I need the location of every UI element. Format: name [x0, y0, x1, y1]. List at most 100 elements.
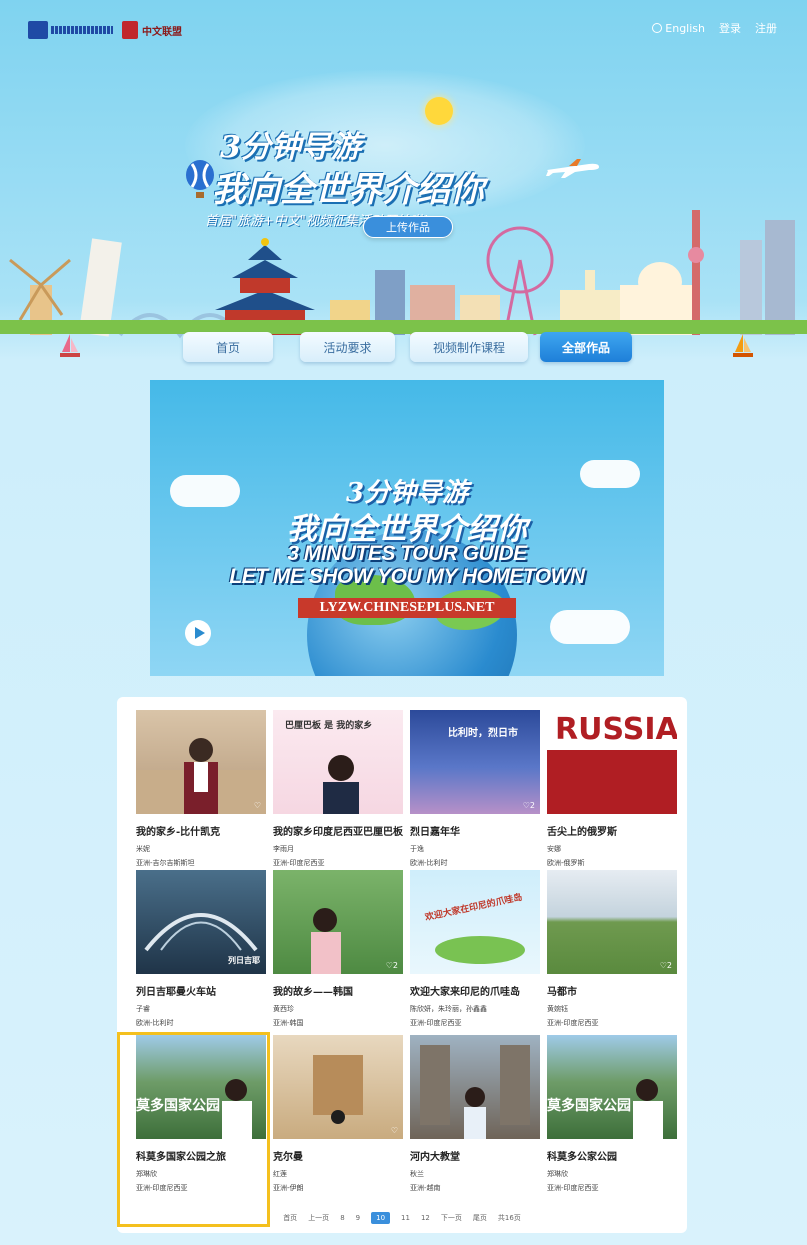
language-switch[interactable]: English	[652, 22, 705, 35]
work-card[interactable]: 欢迎大家在印尼的爪哇岛 欢迎大家来印尼的爪哇岛 陈欣妍，朱玲丽，孙鑫鑫 亚洲-印…	[410, 870, 540, 1030]
work-card[interactable]: ♡2 我的故乡——韩国 黄西珍 亚洲-韩国	[273, 870, 403, 1030]
work-title[interactable]: 河内大教堂	[410, 1148, 540, 1163]
chineseplus-logo[interactable]: 中文联盟	[122, 20, 200, 40]
pager-page[interactable]: 9	[356, 1214, 360, 1222]
pager-prev[interactable]: 上一页	[308, 1213, 329, 1223]
thumbnail-caption: 列日吉耶	[228, 956, 260, 965]
work-thumbnail[interactable]: ♡2	[547, 870, 677, 974]
account-links: English 登录 注册	[652, 20, 777, 36]
work-author: 安娜	[547, 845, 561, 853]
like-icon[interactable]: ♡2	[660, 961, 672, 970]
pager-page[interactable]: 12	[421, 1214, 430, 1222]
airplane-icon	[546, 159, 599, 178]
pager-next[interactable]: 下一页	[441, 1213, 462, 1223]
work-thumbnail[interactable]: 欢迎大家在印尼的爪哇岛	[410, 870, 540, 974]
work-thumbnail[interactable]: ♡	[273, 1035, 403, 1139]
work-region: 亚洲-越南	[410, 1184, 441, 1192]
like-icon[interactable]: ♡	[391, 1126, 398, 1135]
pager-page[interactable]: 8	[340, 1214, 344, 1222]
pager-first[interactable]: 首页	[283, 1213, 297, 1223]
hero-title-line1: 3分钟导游	[220, 130, 361, 165]
work-thumbnail[interactable]: 列日吉耶	[136, 870, 266, 974]
play-button[interactable]	[185, 620, 211, 646]
cathedral-illustration	[420, 1045, 530, 1139]
cloud-decoration	[550, 610, 630, 644]
work-title[interactable]: 列日吉耶曼火车站	[136, 983, 266, 998]
sun-icon	[425, 97, 453, 125]
pager-page[interactable]: 11	[401, 1214, 410, 1222]
work-region: 亚洲-印度尼西亚	[547, 1019, 599, 1027]
work-region: 亚洲-印度尼西亚	[136, 1184, 188, 1192]
presenter-figure	[311, 908, 341, 974]
work-thumbnail[interactable]: RUSSIA	[547, 710, 677, 814]
globe-icon	[652, 23, 663, 33]
presenter-figure	[136, 738, 266, 814]
partner-logo[interactable]	[28, 20, 118, 40]
banner-url: LYZW.CHINESEPLUS.NET	[298, 598, 516, 618]
like-icon[interactable]: ♡2	[523, 801, 535, 810]
work-title[interactable]: 克尔曼	[273, 1148, 403, 1163]
like-icon[interactable]: ♡2	[386, 961, 398, 970]
work-region: 亚洲-吉尔吉斯斯坦	[136, 859, 195, 867]
work-thumbnail[interactable]: 莫多国家公园	[136, 1035, 266, 1139]
nav-tab-requirements[interactable]: 活动要求	[300, 332, 395, 362]
work-card[interactable]: 莫多国家公园 科莫多公家公园 郑琳欣 亚洲-印度尼西亚	[547, 1035, 677, 1195]
work-author: 米妮	[136, 845, 150, 853]
work-title[interactable]: 我的家乡印度尼西亚巴厘巴板	[273, 823, 403, 838]
work-title[interactable]: 舌尖上的俄罗斯	[547, 823, 677, 838]
work-region: 亚洲-印度尼西亚	[410, 1019, 462, 1027]
work-title[interactable]: 欢迎大家来印尼的爪哇岛	[410, 983, 540, 998]
partner-logo-text	[51, 26, 113, 34]
nav-tab-home[interactable]: 首页	[183, 332, 273, 362]
top-bar: 中文联盟 English 登录 注册	[0, 0, 807, 40]
work-card[interactable]: ♡2 马都市 黄婉钰 亚洲-印度尼西亚	[547, 870, 677, 1030]
work-title[interactable]: 我的故乡——韩国	[273, 983, 403, 998]
nav-tab-video-course[interactable]: 视频制作课程	[410, 332, 528, 362]
work-thumbnail[interactable]: 巴厘巴板 是 我的家乡	[273, 710, 403, 814]
work-card[interactable]: 河内大教堂 秋兰 亚洲-越南	[410, 1035, 540, 1195]
work-title[interactable]: 烈日嘉年华	[410, 823, 540, 838]
work-author: 郑琳欣	[547, 1170, 568, 1178]
language-label: English	[665, 21, 705, 35]
pager-last[interactable]: 尾页	[473, 1213, 487, 1223]
partner-logo-mark	[28, 21, 48, 39]
register-link[interactable]: 注册	[755, 20, 777, 36]
work-card[interactable]: RUSSIA 舌尖上的俄罗斯 安娜 欧洲-俄罗斯	[547, 710, 677, 870]
work-author: 红莲	[273, 1170, 287, 1178]
pager-page-current[interactable]: 10	[371, 1212, 391, 1224]
work-author: 李雨月	[273, 845, 294, 853]
work-region: 亚洲-韩国	[273, 1019, 304, 1027]
thumbnail-caption: 莫多国家公园	[136, 1098, 220, 1114]
like-icon[interactable]: ♡	[254, 801, 261, 810]
pager-total: 共16页	[497, 1214, 521, 1222]
pagination: 首页 上一页 8 9 10 11 12 下一页 尾页 共16页	[117, 1210, 687, 1226]
work-card[interactable]: ♡ 我的家乡-比什凯克 米妮 亚洲-吉尔吉斯斯坦	[136, 710, 266, 870]
work-card[interactable]: 比利时，烈日市 ♡2 烈日嘉年华 于逸 欧洲-比利时	[410, 710, 540, 870]
login-link[interactable]: 登录	[719, 20, 741, 36]
work-thumbnail[interactable]: ♡2	[273, 870, 403, 974]
work-card[interactable]: 列日吉耶 列日吉耶曼火车站 子睿 欧洲-比利时	[136, 870, 266, 1030]
work-title[interactable]: 科莫多公家公园	[547, 1148, 677, 1163]
work-thumbnail[interactable]	[410, 1035, 540, 1139]
work-thumbnail[interactable]: 比利时，烈日市 ♡2	[410, 710, 540, 814]
thumbnail-caption: 巴厘巴板 是 我的家乡	[285, 721, 373, 731]
work-card[interactable]: ♡ 克尔曼 红莲 亚洲-伊朗	[273, 1035, 403, 1195]
work-title[interactable]: 科莫多国家公园之旅	[136, 1148, 266, 1163]
work-region: 亚洲-印度尼西亚	[273, 859, 325, 867]
work-thumbnail[interactable]: ♡	[136, 710, 266, 814]
work-region: 亚洲-伊朗	[273, 1184, 304, 1192]
nav-tab-all-works[interactable]: 全部作品	[540, 332, 632, 362]
thumbnail-caption: 莫多国家公园	[547, 1098, 631, 1114]
presenter-figure	[222, 1079, 252, 1139]
work-title[interactable]: 马都市	[547, 983, 677, 998]
work-thumbnail[interactable]: 莫多国家公园	[547, 1035, 677, 1139]
monument-illustration	[313, 1055, 363, 1124]
banner-english-line1: 3 MINUTES TOUR GUIDE	[287, 542, 527, 565]
thumbnail-caption: 比利时，烈日市	[448, 728, 518, 739]
work-region: 欧洲-比利时	[410, 859, 448, 867]
work-card[interactable]: 莫多国家公园 科莫多国家公园之旅 郑琳欣 亚洲-印度尼西亚	[136, 1035, 266, 1195]
promo-video-banner[interactable]: 3分钟导游 我向全世界介绍你 3 MINUTES TOUR GUIDE LET …	[150, 380, 664, 676]
work-title[interactable]: 我的家乡-比什凯克	[136, 823, 266, 838]
chineseplus-logo-mark	[122, 21, 138, 39]
work-card[interactable]: 巴厘巴板 是 我的家乡 我的家乡印度尼西亚巴厘巴板 李雨月 亚洲-印度尼西亚	[273, 710, 403, 870]
